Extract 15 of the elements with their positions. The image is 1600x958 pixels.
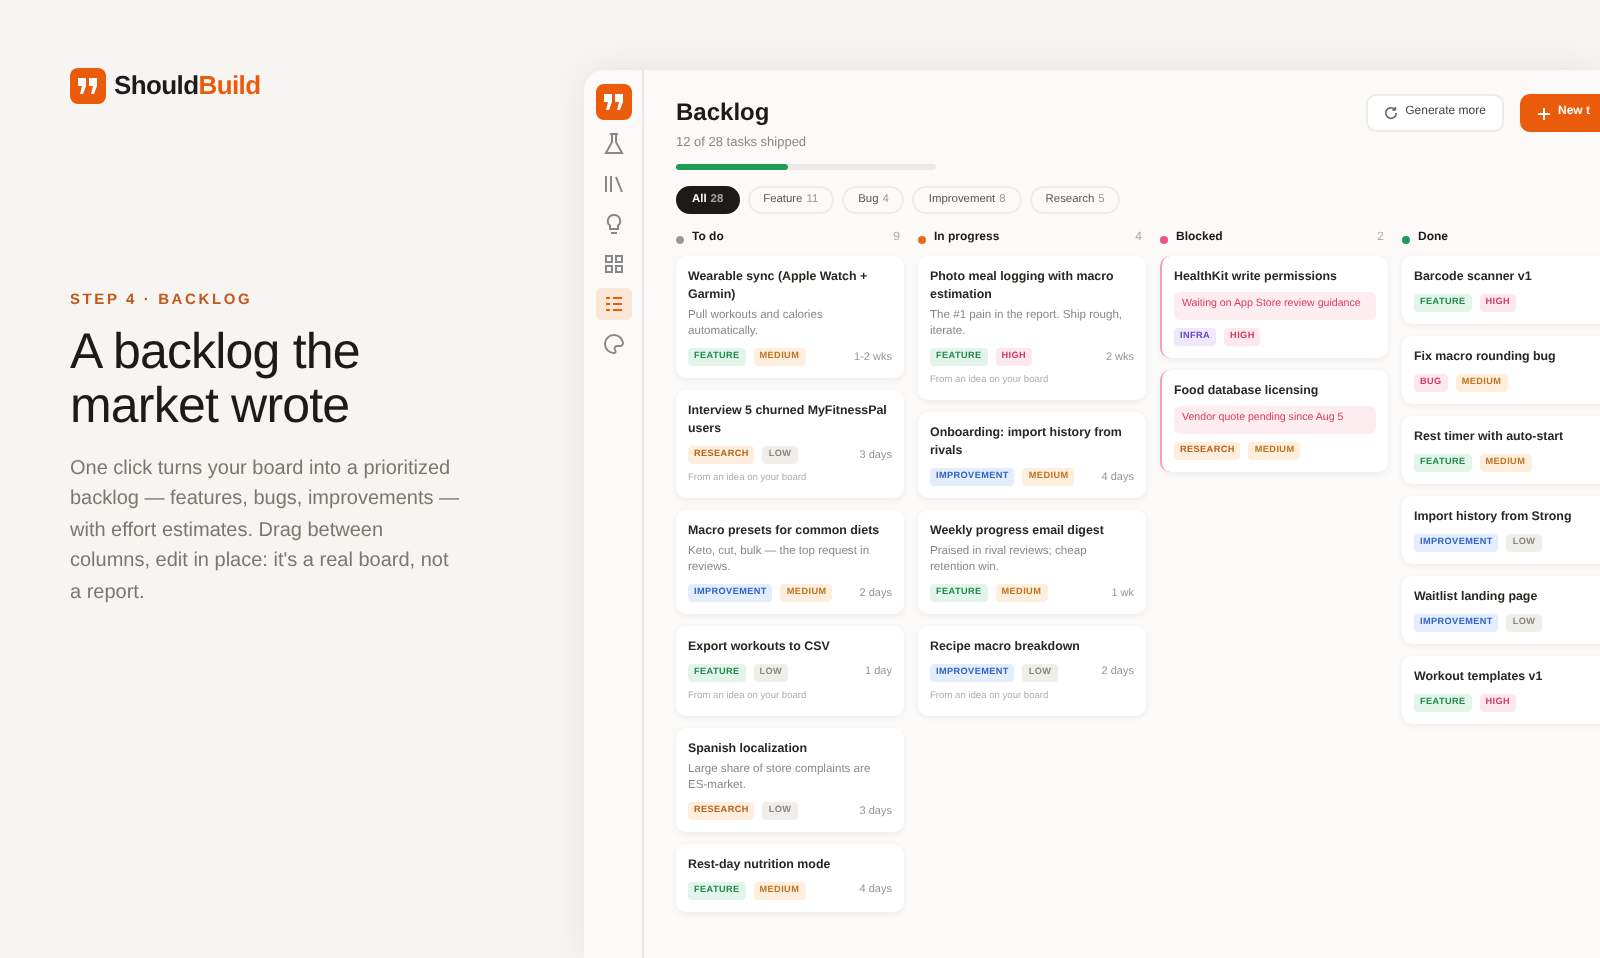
sidebar-item[interactable] <box>595 288 631 320</box>
plus-icon <box>1537 107 1550 119</box>
lightbulb-icon <box>601 212 625 236</box>
description: One click turns your board into a prioritized backlog — features, bugs, improvements — with effort estimates. Drag between columns, edit in place: it's a real board, not a report. <box>70 455 462 608</box>
board-title: Backlog <box>676 96 772 130</box>
list-icon <box>601 292 625 316</box>
logo-icon <box>70 67 106 104</box>
refresh-icon <box>1383 106 1398 120</box>
heading: A backlog the market wrote <box>70 325 362 434</box>
app-logo-icon <box>595 84 631 120</box>
books-icon <box>601 172 625 196</box>
grid-icon <box>601 252 625 276</box>
brand-name: ShouldBuild <box>114 68 261 104</box>
palette-icon <box>601 332 625 356</box>
flask-icon <box>601 132 625 156</box>
